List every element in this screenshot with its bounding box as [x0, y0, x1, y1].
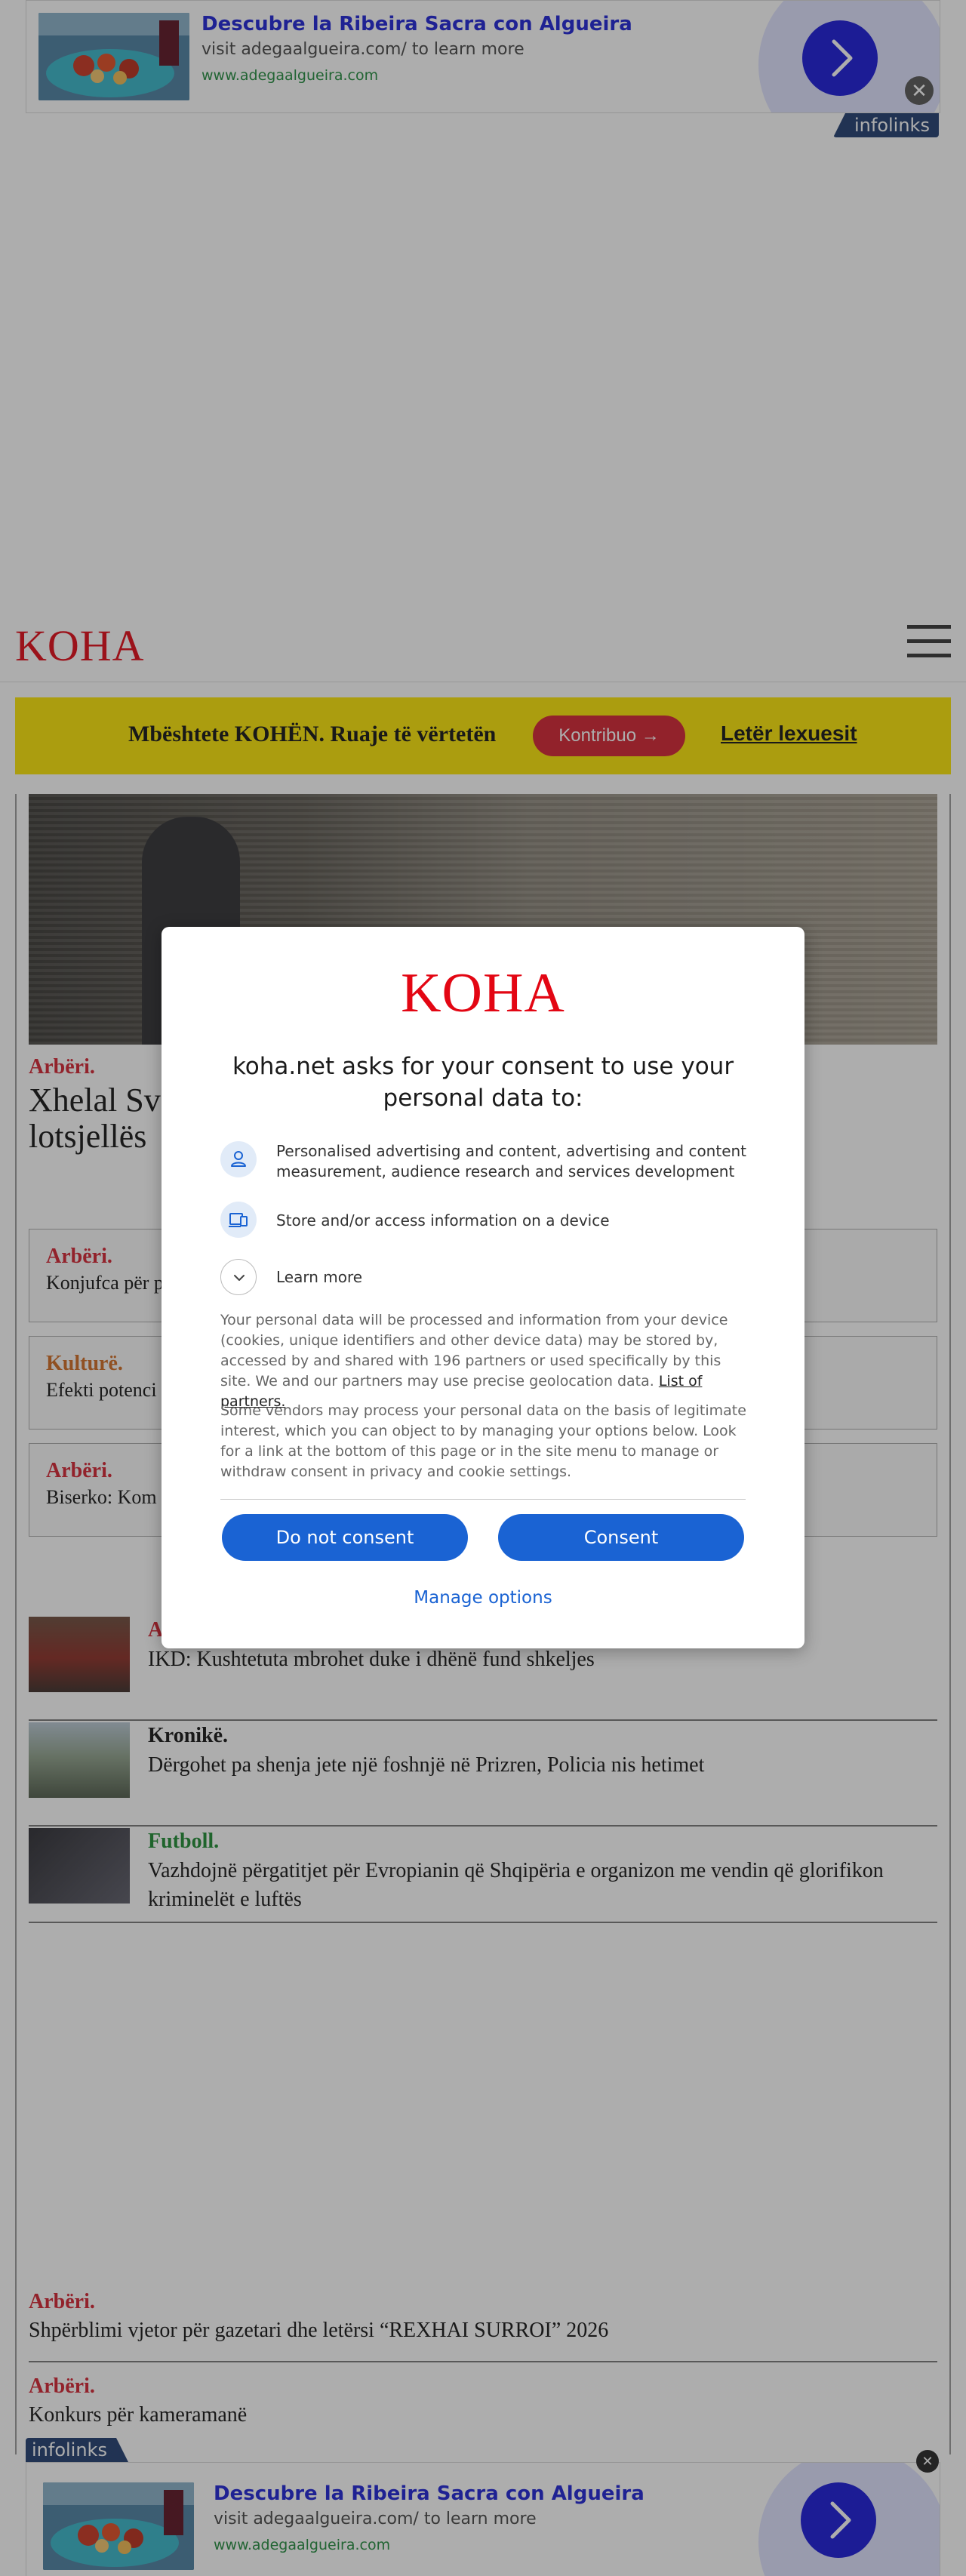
devices-icon [220, 1202, 257, 1238]
consent-dialog: KOHA koha.net asks for your consent to u… [162, 927, 804, 1648]
chevron-down-icon[interactable] [220, 1259, 257, 1295]
do-not-consent-button[interactable]: Do not consent [222, 1514, 468, 1561]
learn-more-label[interactable]: Learn more [276, 1268, 362, 1286]
dialog-divider [220, 1499, 746, 1500]
purpose-label: Personalised advertising and content, ad… [276, 1142, 747, 1180]
consent-paragraph-text: Your personal data will be processed and… [220, 1312, 728, 1390]
consent-paragraph-2: Some vendors may process your personal d… [220, 1402, 746, 1480]
consent-button[interactable]: Consent [498, 1514, 744, 1561]
purpose-label: Store and/or access information on a dev… [276, 1211, 610, 1230]
manage-options-link[interactable]: Manage options [162, 1588, 804, 1608]
consent-paragraph: Your personal data will be processed and… [220, 1310, 749, 1412]
dialog-heading: koha.net asks for your consent to use yo… [232, 1053, 734, 1112]
dialog-logo: KOHA [401, 962, 565, 1024]
person-icon [220, 1141, 257, 1177]
